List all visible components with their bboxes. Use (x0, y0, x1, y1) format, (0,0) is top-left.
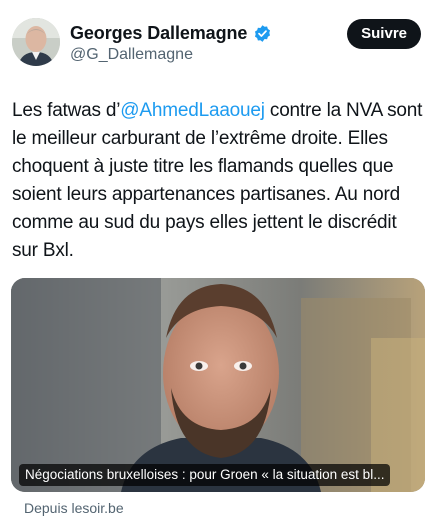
tweet-text-part: Les fatwas d’ (12, 100, 121, 121)
author-handle[interactable]: @G_Dallemagne (70, 46, 193, 64)
verified-badge-icon (253, 24, 272, 43)
link-card-title: Négociations bruxelloises : pour Groen «… (19, 464, 391, 486)
link-card-source[interactable]: Depuis lesoir.be (24, 500, 124, 516)
author-avatar[interactable] (12, 18, 60, 66)
mention-link[interactable]: @AhmedLaaouej (120, 100, 265, 121)
follow-button[interactable]: Suivre (347, 19, 421, 49)
author-display-name[interactable]: Georges Dallemagne (70, 23, 247, 44)
tweet-text-part: contre la NVA sont le meilleur carburant… (12, 100, 428, 261)
link-card-image (11, 278, 425, 492)
link-card[interactable]: Négociations bruxelloises : pour Groen «… (11, 278, 425, 492)
tweet-text: Les fatwas d’@AhmedLaaouej contre la NVA… (12, 97, 424, 265)
tweet: Georges Dallemagne @G_Dallemagne Suivre … (0, 0, 436, 528)
author-name-row: Georges Dallemagne (70, 22, 272, 44)
